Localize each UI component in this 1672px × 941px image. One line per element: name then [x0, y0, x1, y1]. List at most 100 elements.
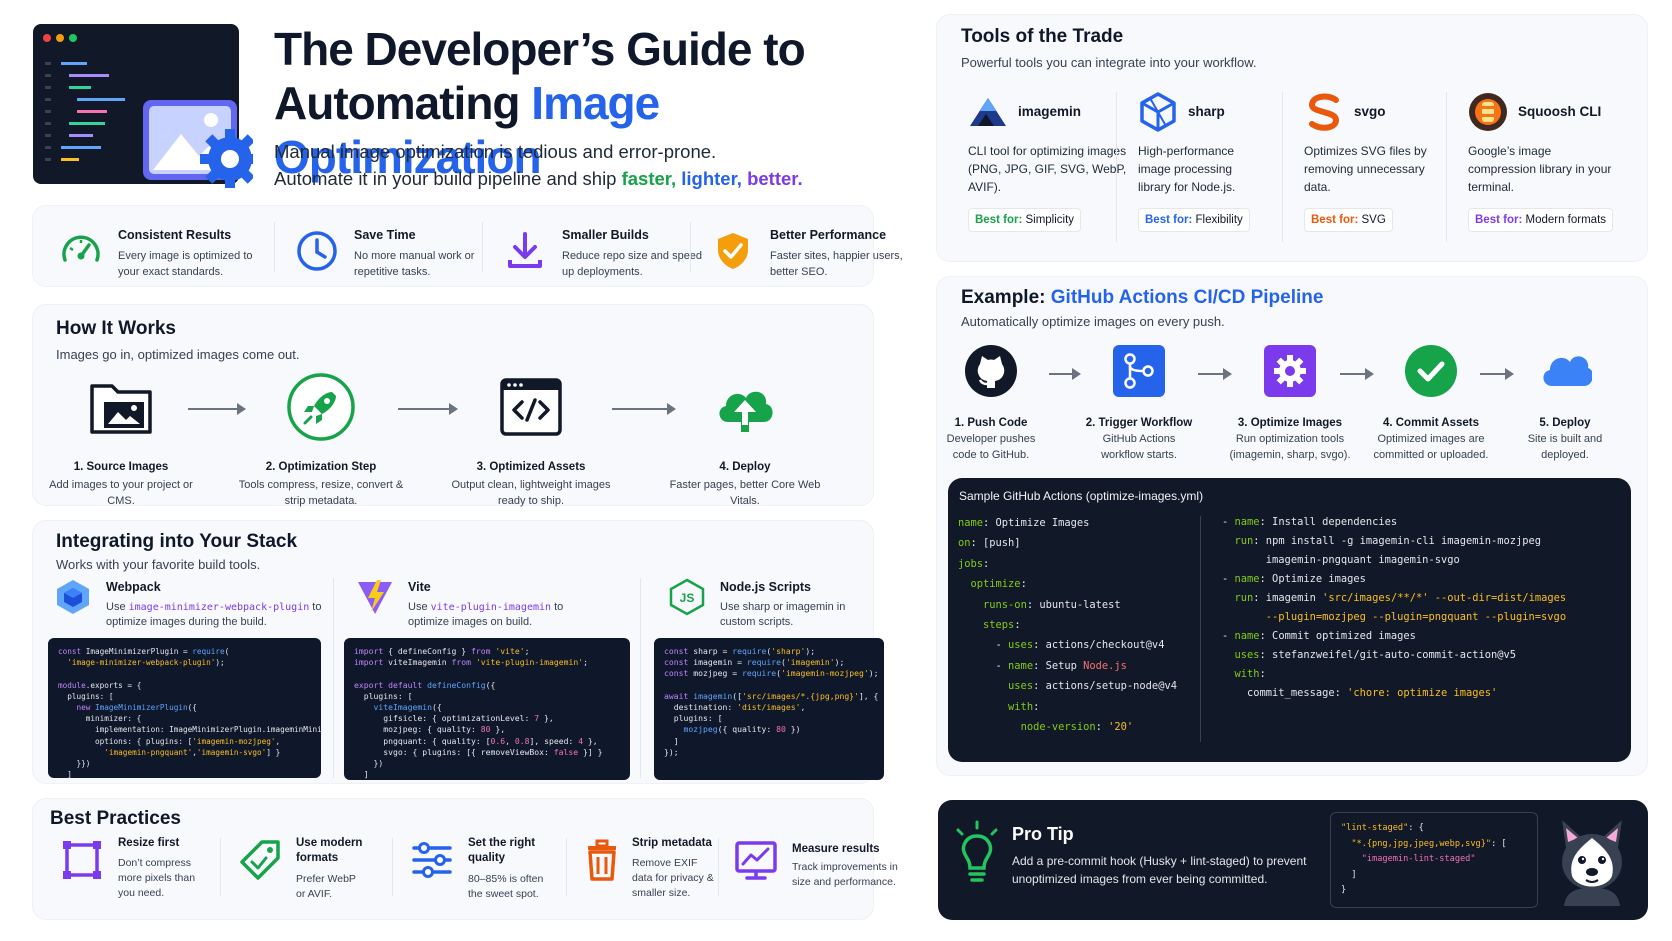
title-accent: GitHub Actions CI/CD Pipeline — [1050, 287, 1324, 308]
webpack-code-block: const ImageMinimizerPlugin = require( 'i… — [48, 638, 321, 778]
divider — [274, 222, 275, 272]
tool-title: Vite — [408, 580, 431, 594]
section-subtitle: Automatically optimize images on every p… — [961, 314, 1225, 329]
tool-desc: Optimizes SVG files by removing unnecess… — [1304, 144, 1427, 194]
tool-name: svgo — [1354, 104, 1386, 119]
practice-desc: Track improvements in size and performan… — [792, 861, 898, 888]
shield-check-icon — [718, 233, 748, 269]
webpack-icon — [57, 580, 89, 614]
workflow-code-left: name: Optimize Images on: [push] jobs: o… — [958, 517, 1177, 734]
benefit-title: Smaller Builds — [562, 228, 649, 242]
cloud-upload-icon — [719, 391, 773, 432]
folder-image-icon — [90, 384, 152, 434]
best-for-badge: Best for: SVG — [1304, 208, 1393, 232]
tool-desc: Google’s image compression library in yo… — [1468, 144, 1612, 194]
husky-mascot-icon — [1562, 820, 1622, 906]
practice-title: Set the right quality — [468, 837, 536, 864]
lightbulb-icon — [956, 820, 998, 882]
cloud-icon — [1543, 356, 1593, 386]
pipeline-step-trigger: 2. Trigger Workflow GitHub Actions workf… — [1074, 344, 1204, 463]
subtitle-line-1: Manual image optimization is tedious and… — [274, 141, 717, 162]
best-for-badge: Best for: Flexibility — [1138, 208, 1250, 232]
trash-icon — [588, 839, 616, 881]
vite-code-block: import { defineConfig } from 'vite'; imp… — [344, 638, 630, 780]
step-title: 4. Commit Assets — [1382, 417, 1480, 429]
word-faster: faster, — [621, 168, 677, 189]
step-title: 1. Push Code — [954, 417, 1028, 429]
sharp-cube-icon — [1140, 92, 1176, 132]
divider — [1446, 92, 1447, 242]
tool-title: Webpack — [106, 580, 161, 594]
tag-icon — [240, 840, 280, 880]
tool-desc: High-performance image processing librar… — [1138, 144, 1236, 194]
code-divider — [1200, 516, 1201, 742]
practice-title: Strip metadata — [632, 837, 712, 849]
best-for-badge: Best for: Simplicity — [968, 208, 1082, 232]
tool-name: Squoosh CLI — [1518, 104, 1602, 119]
step-desc: Tools compress, resize, convert & strip … — [238, 479, 404, 507]
practice-title: Measure results — [792, 843, 880, 855]
pipeline-step-deploy: 5. Deploy Site is built and deployed. — [1500, 344, 1630, 463]
divider — [482, 222, 483, 272]
code-window-icon — [500, 378, 562, 436]
tool-desc: Use image-minimizer-webpack-plugin to op… — [106, 601, 322, 628]
best-for-badge: Best for: Modern formats — [1468, 208, 1614, 232]
sliders-icon — [412, 842, 452, 878]
download-icon — [508, 232, 542, 268]
step-desc: Developer pushes code to GitHub. — [946, 433, 1036, 461]
pipeline-step-optimize: 3. Optimize Images Run optimization tool… — [1225, 344, 1355, 463]
benefit-title: Better Performance — [770, 228, 887, 242]
tool-imagemin: imagemin CLI tool for optimizing images … — [968, 92, 1126, 244]
benefit-title: Save Time — [354, 228, 416, 242]
tool-desc: Use sharp or imagemin in custom scripts. — [720, 601, 846, 628]
lint-staged-code: "lint-staged": { "*.{png,jpg,jpeg,webp,s… — [1330, 812, 1538, 908]
inline-code: vite-plugin-imagemin — [430, 602, 552, 613]
section-subtitle: Powerful tools you can integrate into yo… — [961, 55, 1257, 70]
github-icon — [965, 345, 1017, 397]
section-title: How It Works — [56, 318, 176, 339]
practice-desc: 80–85% is often the sweet spot. — [468, 873, 544, 900]
step-title: 2. Trigger Workflow — [1085, 417, 1193, 429]
pipeline-step-commit: 4. Commit Assets Optimized images are co… — [1366, 344, 1496, 463]
divider — [566, 838, 567, 896]
step-desc: Run optimization tools (imagemin, sharp,… — [1229, 433, 1351, 461]
benefit-desc: Every image is optimized to your exact s… — [118, 250, 253, 278]
practice-title: Resize first — [118, 837, 180, 849]
tool-name: sharp — [1188, 104, 1225, 119]
divider — [690, 222, 691, 272]
practice-title: Use modern formats — [296, 837, 363, 864]
page-subtitle: Manual image optimization is tedious and… — [274, 138, 914, 192]
step-desc: Add images to your project or CMS. — [49, 479, 193, 507]
rocket-icon — [287, 373, 355, 441]
word-lighter: lighter, — [681, 168, 742, 189]
step-title: 4. Deploy — [719, 461, 771, 473]
squoosh-icon — [1469, 93, 1507, 131]
practice-desc: Prefer WebP or AVIF. — [296, 873, 356, 900]
step-desc: GitHub Actions workflow starts. — [1101, 433, 1177, 461]
divider — [1116, 92, 1117, 242]
step-title: 5. Deploy — [1539, 417, 1591, 429]
step-desc: Site is built and deployed. — [1527, 433, 1603, 461]
subtitle-line-2: Automate it in your build pipeline and s… — [274, 165, 914, 192]
section-title: Integrating into Your Stack — [56, 531, 298, 552]
crop-icon — [63, 841, 101, 879]
chart-monitor-icon — [735, 841, 777, 880]
divider — [718, 838, 719, 896]
clock-icon — [297, 231, 337, 271]
vite-icon — [358, 580, 392, 614]
practice-desc: Remove EXIF data for privacy & smaller s… — [632, 857, 714, 899]
divider — [640, 578, 641, 778]
how-step-assets: 3. Optimized Assets Output clean, lightw… — [446, 372, 616, 509]
step-desc: Optimized images are committed or upload… — [1373, 433, 1489, 461]
inline-code: image-minimizer-webpack-plugin — [128, 602, 310, 613]
imagemin-icon — [970, 98, 1006, 126]
benefit-desc: Faster sites, happier users, better SEO. — [770, 250, 903, 278]
svg-text:JS: JS — [680, 591, 695, 605]
workflow-code-title: Sample GitHub Actions (optimize-images.y… — [959, 489, 1204, 503]
subtitle-prefix: Automate it in your build pipeline and s… — [274, 168, 622, 189]
divider — [220, 838, 221, 896]
step-desc: Faster pages, better Core Web Vitals. — [669, 479, 821, 507]
step-title: 2. Optimization Step — [265, 461, 377, 473]
word-better: better. — [747, 168, 803, 189]
tool-svgo: svgo Optimizes SVG files by removing unn… — [1304, 92, 1458, 244]
